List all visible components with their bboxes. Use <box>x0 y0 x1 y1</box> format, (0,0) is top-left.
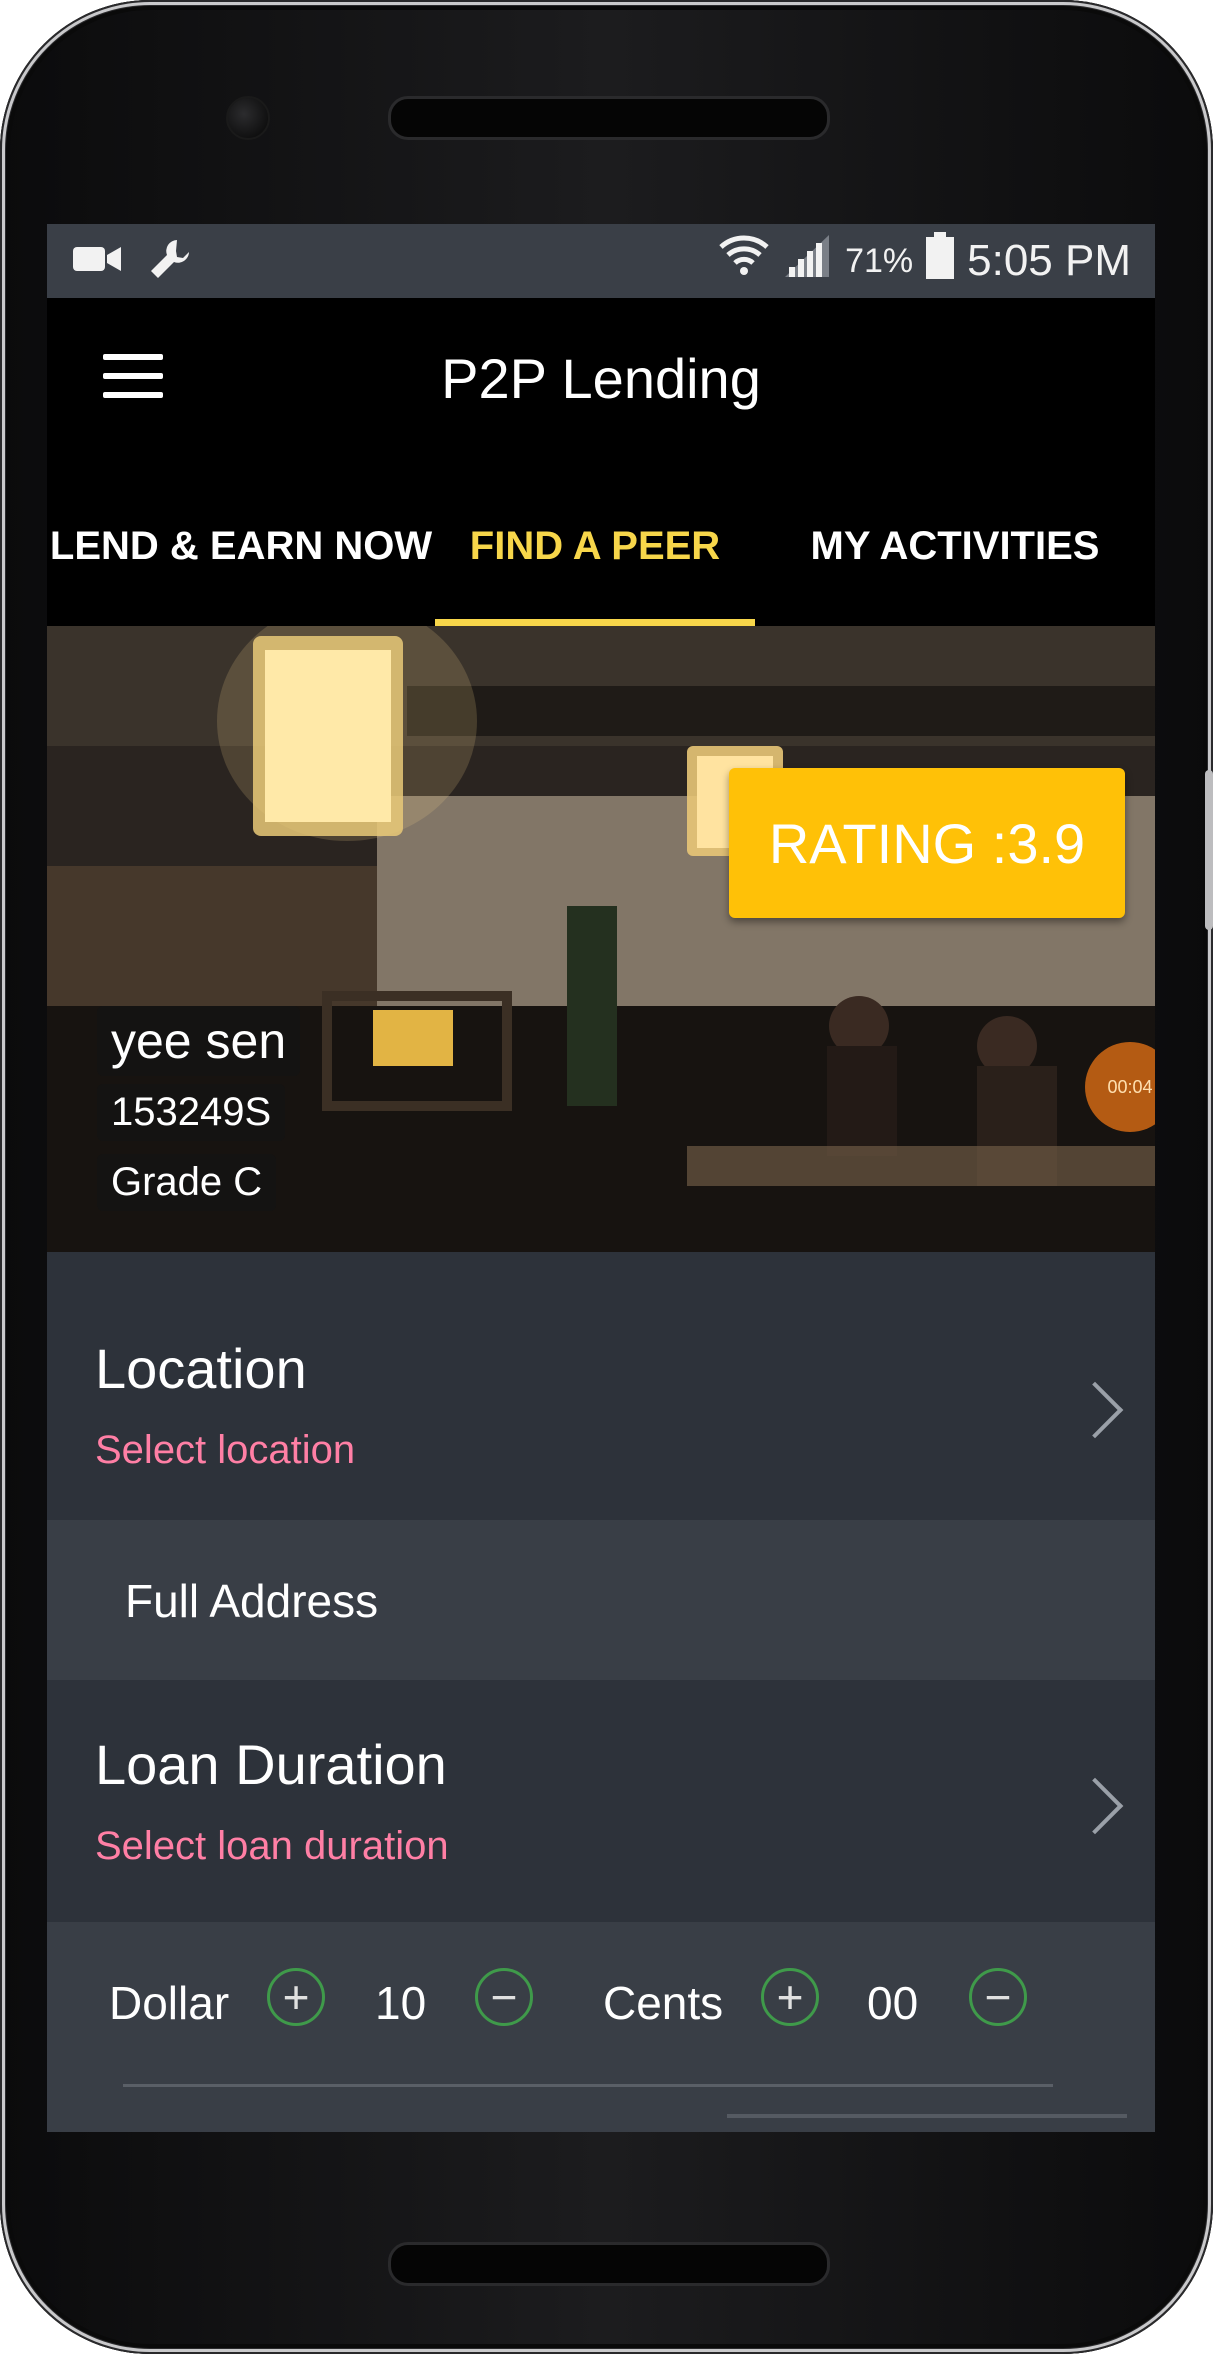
wrench-icon <box>147 236 193 287</box>
status-bar: 71% 5:05 PM <box>47 224 1155 298</box>
front-camera <box>226 96 270 140</box>
wifi-icon <box>717 231 771 292</box>
loan-form: Location Select location Full Address Lo… <box>47 1252 1155 2132</box>
loan-duration-row[interactable]: Loan Duration Select loan duration <box>47 1680 1155 1922</box>
video-camera-icon <box>71 241 123 282</box>
cents-plus-button[interactable]: + <box>761 1968 819 2026</box>
cents-minus-button[interactable]: − <box>969 1968 1027 2026</box>
peer-hero-image: yee sen 153249S Grade C <box>47 626 1155 1252</box>
power-button[interactable] <box>1205 770 1213 930</box>
battery-percent: 71% <box>845 241 914 280</box>
chevron-right-icon <box>1066 1777 1124 1835</box>
bottom-speaker <box>388 2242 830 2286</box>
screen: 71% 5:05 PM P2P Lending LEND & EARN NOW … <box>47 224 1155 2132</box>
peer-grade: Grade C <box>97 1154 277 1211</box>
earpiece-speaker <box>388 96 830 140</box>
phone-frame: 71% 5:05 PM P2P Lending LEND & EARN NOW … <box>0 0 1213 2354</box>
dollar-plus-button[interactable]: + <box>267 1968 325 2026</box>
cell-signal-icon <box>783 233 833 290</box>
rating-badge[interactable]: RATING :3.9 <box>729 768 1125 918</box>
app-title: P2P Lending <box>441 347 761 410</box>
cents-label: Cents <box>603 1977 724 2029</box>
tab-my-activities[interactable]: MY ACTIVITIES <box>755 466 1155 626</box>
app-bar: P2P Lending <box>47 298 1155 466</box>
next-field-edge <box>727 2114 1127 2118</box>
chevron-right-icon <box>1066 1381 1124 1439</box>
battery-icon <box>925 231 955 291</box>
dollar-minus-button[interactable]: − <box>475 1968 533 2026</box>
peer-name: yee sen <box>97 1006 301 1076</box>
peer-id: 153249S <box>97 1084 286 1141</box>
amount-stepper-row: Dollar + 10 − Cents + 00 − <box>47 1922 1155 2132</box>
full-address-label: Full Address <box>125 1575 379 1627</box>
tab-find-a-peer[interactable]: FIND A PEER <box>435 466 755 626</box>
location-subtitle: Select location <box>95 1428 356 1472</box>
location-row[interactable]: Location Select location <box>47 1252 1155 1520</box>
divider <box>123 2084 1053 2087</box>
full-address-field[interactable]: Full Address <box>47 1520 1155 1680</box>
dollar-label: Dollar <box>109 1977 230 2029</box>
cents-value: 00 <box>867 1977 919 2029</box>
status-time: 5:05 PM <box>967 236 1131 285</box>
tab-bar: LEND & EARN NOW FIND A PEER MY ACTIVITIE… <box>47 466 1155 626</box>
dollar-value: 10 <box>375 1977 427 2029</box>
location-title: Location <box>95 1337 307 1400</box>
loan-duration-title: Loan Duration <box>95 1733 447 1796</box>
tab-lend-earn-now[interactable]: LEND & EARN NOW <box>47 466 435 626</box>
loan-duration-subtitle: Select loan duration <box>95 1824 449 1868</box>
